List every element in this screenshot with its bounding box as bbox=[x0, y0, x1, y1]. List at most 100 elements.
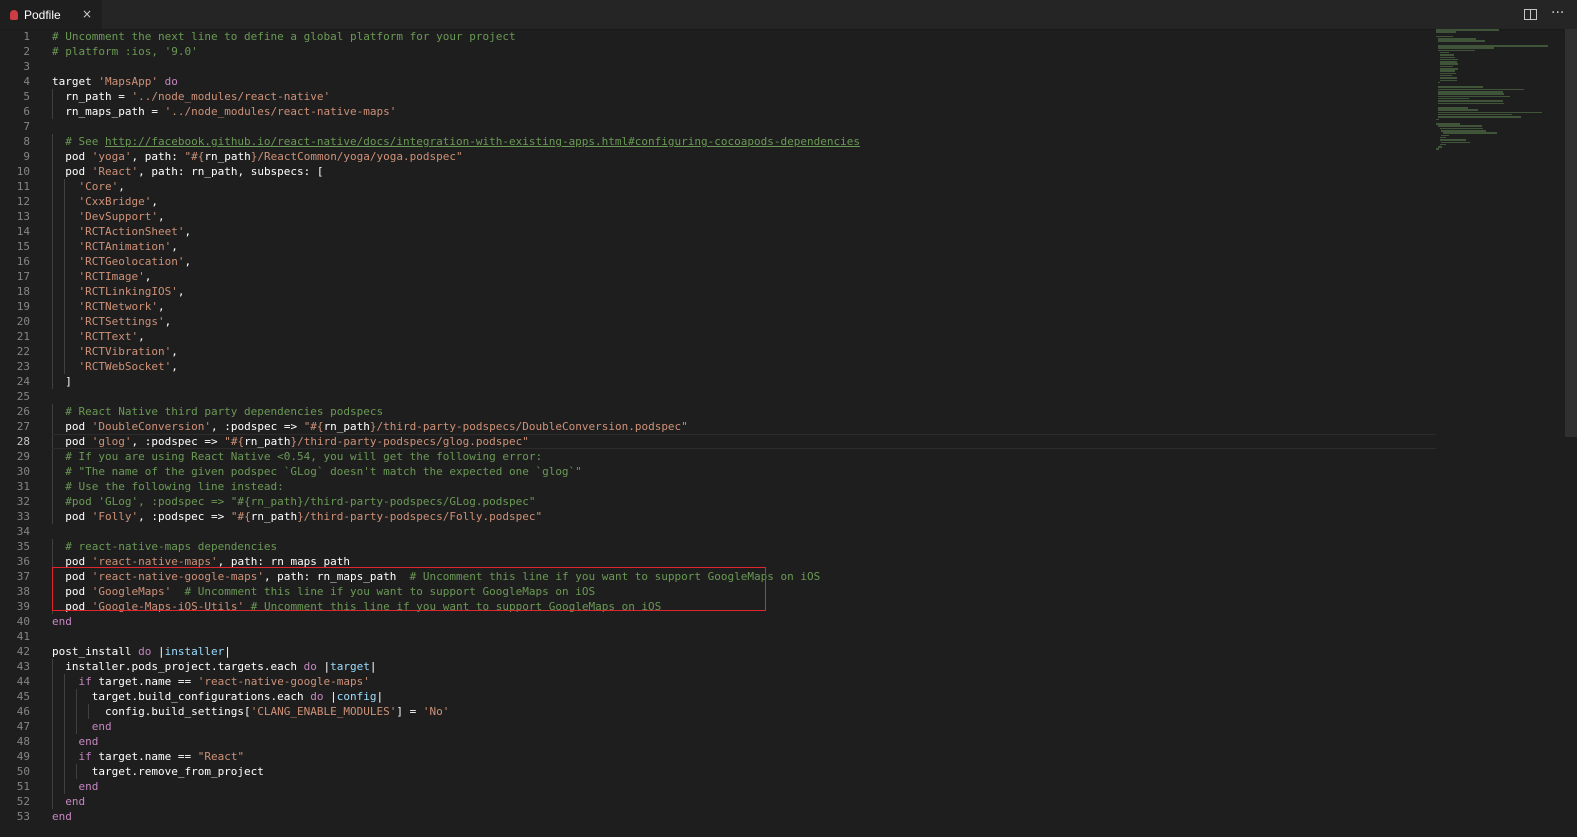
code-token: target.name == bbox=[91, 750, 198, 763]
code-line[interactable]: 'RCTGeolocation', bbox=[52, 254, 1436, 269]
line-number: 3 bbox=[23, 60, 30, 73]
indent-guide bbox=[64, 344, 66, 359]
line-number: 28 bbox=[16, 435, 30, 448]
code-line[interactable]: pod 'yoga', path: "#{rn_path}/ReactCommo… bbox=[52, 149, 1436, 164]
code-line[interactable]: config.build_settings['CLANG_ENABLE_MODU… bbox=[52, 704, 1436, 719]
code-line[interactable]: # React Native third party dependencies … bbox=[52, 404, 1436, 419]
code-token: "React" bbox=[197, 750, 245, 763]
code-line[interactable]: end bbox=[52, 809, 1436, 824]
line-number: 16 bbox=[16, 255, 30, 268]
code-line[interactable]: 'RCTVibration', bbox=[52, 344, 1436, 359]
code-line[interactable]: end bbox=[52, 794, 1436, 809]
code-token: , bbox=[171, 240, 178, 253]
code-editor[interactable]: 1 2 3 4 5 6 7 8 9 10 11 12 13 14 15 16 17 18 19 20 21 22 23 24 2… bbox=[0, 29, 1577, 837]
code-line[interactable]: # react-native-maps dependencies bbox=[52, 539, 1436, 554]
code-line[interactable]: pod 'glog', :podspec => "#{rn_path}/thir… bbox=[52, 434, 1436, 449]
code-line[interactable]: 'RCTSettings', bbox=[52, 314, 1436, 329]
code-line[interactable]: target.build_configurations.each do |con… bbox=[52, 689, 1436, 704]
code-token: , path: rn_maps_path bbox=[217, 555, 351, 568]
indent-guide bbox=[64, 269, 66, 284]
indent-guide bbox=[52, 269, 53, 284]
tab-podfile[interactable]: Podfile × bbox=[0, 0, 102, 29]
code-line[interactable]: if target.name == 'react-native-google-m… bbox=[52, 674, 1436, 689]
close-icon[interactable]: × bbox=[82, 7, 92, 21]
code-line[interactable]: target 'MapsApp' do bbox=[52, 74, 1436, 89]
code-token: do bbox=[310, 690, 324, 703]
indent-guide bbox=[52, 314, 53, 329]
minimap-line bbox=[1436, 29, 1499, 31]
vertical-scrollbar[interactable] bbox=[1565, 29, 1577, 837]
code-line[interactable]: # "The name of the given podspec `GLog` … bbox=[52, 464, 1436, 479]
split-editor-icon[interactable] bbox=[1524, 9, 1537, 20]
code-line[interactable]: 'Core', bbox=[52, 179, 1436, 194]
code-line[interactable]: pod 'react-native-google-maps', path: rn… bbox=[52, 569, 1436, 584]
code-line[interactable]: end bbox=[52, 734, 1436, 749]
code-line[interactable]: # See http://facebook.github.io/react-na… bbox=[52, 134, 1436, 149]
code-line[interactable] bbox=[52, 59, 1436, 74]
minimap-line bbox=[1437, 111, 1543, 114]
code-line[interactable]: end bbox=[52, 719, 1436, 734]
link-token[interactable]: http://facebook.github.io/react-native/d… bbox=[105, 135, 860, 148]
code-line[interactable]: 'RCTImage', bbox=[52, 269, 1436, 284]
code-line[interactable]: installer.pods_project.targets.each do |… bbox=[52, 659, 1436, 674]
code-token: }/third-party-podspecs/DoubleConversion.… bbox=[369, 420, 688, 433]
code-token: installer.pods_project.targets.each bbox=[52, 660, 304, 673]
code-token: pod bbox=[52, 555, 92, 568]
code-line[interactable]: pod 'react-native-maps', path: rn_maps_p… bbox=[52, 554, 1436, 569]
line-number: 42 bbox=[16, 645, 30, 658]
code-area[interactable]: # Uncomment the next line to define a gl… bbox=[52, 29, 1436, 824]
code-line[interactable]: ] bbox=[52, 374, 1436, 389]
minimap-line bbox=[1436, 148, 1439, 150]
code-token: # Uncomment the next line to define a gl… bbox=[52, 30, 516, 43]
code-token: # Uncomment this line if you want to sup… bbox=[184, 585, 596, 598]
code-line[interactable]: pod 'GoogleMaps' # Uncomment this line i… bbox=[52, 584, 1436, 599]
code-token: , :podspec => bbox=[131, 435, 225, 448]
indent-guide bbox=[52, 344, 53, 359]
code-line[interactable]: pod 'Folly', :podspec => "#{rn_path}/thi… bbox=[52, 509, 1436, 524]
code-line[interactable]: pod 'Google-Maps-iOS-Utils' # Uncomment … bbox=[52, 599, 1436, 614]
code-line[interactable]: 'CxxBridge', bbox=[52, 194, 1436, 209]
minimap-line bbox=[1439, 72, 1456, 75]
code-token: 'GoogleMaps' bbox=[91, 585, 172, 598]
code-line[interactable]: 'RCTNetwork', bbox=[52, 299, 1436, 314]
code-line[interactable]: pod 'DoubleConversion', :podspec => "#{r… bbox=[52, 419, 1436, 434]
code-line[interactable]: # If you are using React Native <0.54, y… bbox=[52, 449, 1436, 464]
code-line[interactable] bbox=[52, 524, 1436, 539]
code-line[interactable]: end bbox=[52, 779, 1436, 794]
minimap-line bbox=[1437, 125, 1482, 127]
code-line[interactable] bbox=[52, 629, 1436, 644]
indent-guide bbox=[52, 719, 53, 734]
code-line[interactable]: 'RCTText', bbox=[52, 329, 1436, 344]
code-line[interactable] bbox=[52, 389, 1436, 404]
scrollbar-thumb[interactable] bbox=[1565, 29, 1577, 437]
code-token: 'yoga' bbox=[91, 150, 132, 163]
code-line[interactable]: 'RCTWebSocket', bbox=[52, 359, 1436, 374]
code-token: 'RCTSettings' bbox=[52, 315, 165, 328]
line-number: 34 bbox=[16, 525, 30, 538]
minimap-line bbox=[1439, 74, 1453, 77]
code-line[interactable]: # platform :ios, '9.0' bbox=[52, 44, 1436, 59]
indent-guide bbox=[52, 179, 53, 194]
code-line[interactable]: 'RCTLinkingIOS', bbox=[52, 284, 1436, 299]
code-line[interactable]: 'RCTActionSheet', bbox=[52, 224, 1436, 239]
code-line[interactable]: # Uncomment the next line to define a gl… bbox=[52, 29, 1436, 44]
code-line[interactable]: end bbox=[52, 614, 1436, 629]
code-line[interactable]: pod 'React', path: rn_path, subspecs: [ bbox=[52, 164, 1436, 179]
minimap[interactable] bbox=[1436, 29, 1556, 169]
code-line[interactable]: 'RCTAnimation', bbox=[52, 239, 1436, 254]
code-line[interactable]: rn_path = '../node_modules/react-native' bbox=[52, 89, 1436, 104]
code-token: end bbox=[52, 810, 72, 823]
code-line[interactable]: rn_maps_path = '../node_modules/react-na… bbox=[52, 104, 1436, 119]
code-token: 'react-native-maps' bbox=[91, 555, 218, 568]
more-actions-icon[interactable]: ··· bbox=[1551, 6, 1567, 22]
code-line[interactable]: post_install do |installer| bbox=[52, 644, 1436, 659]
code-line[interactable]: #pod 'GLog', :podspec => "#{rn_path}/thi… bbox=[52, 494, 1436, 509]
indent-guide bbox=[52, 689, 53, 704]
code-line[interactable]: 'DevSupport', bbox=[52, 209, 1436, 224]
minimap-line bbox=[1437, 116, 1521, 118]
code-token: , bbox=[184, 255, 192, 268]
code-line[interactable]: target.remove_from_project bbox=[52, 764, 1436, 779]
code-line[interactable]: if target.name == "React" bbox=[52, 749, 1436, 764]
code-line[interactable]: # Use the following line instead: bbox=[52, 479, 1436, 494]
code-line[interactable] bbox=[52, 119, 1436, 134]
